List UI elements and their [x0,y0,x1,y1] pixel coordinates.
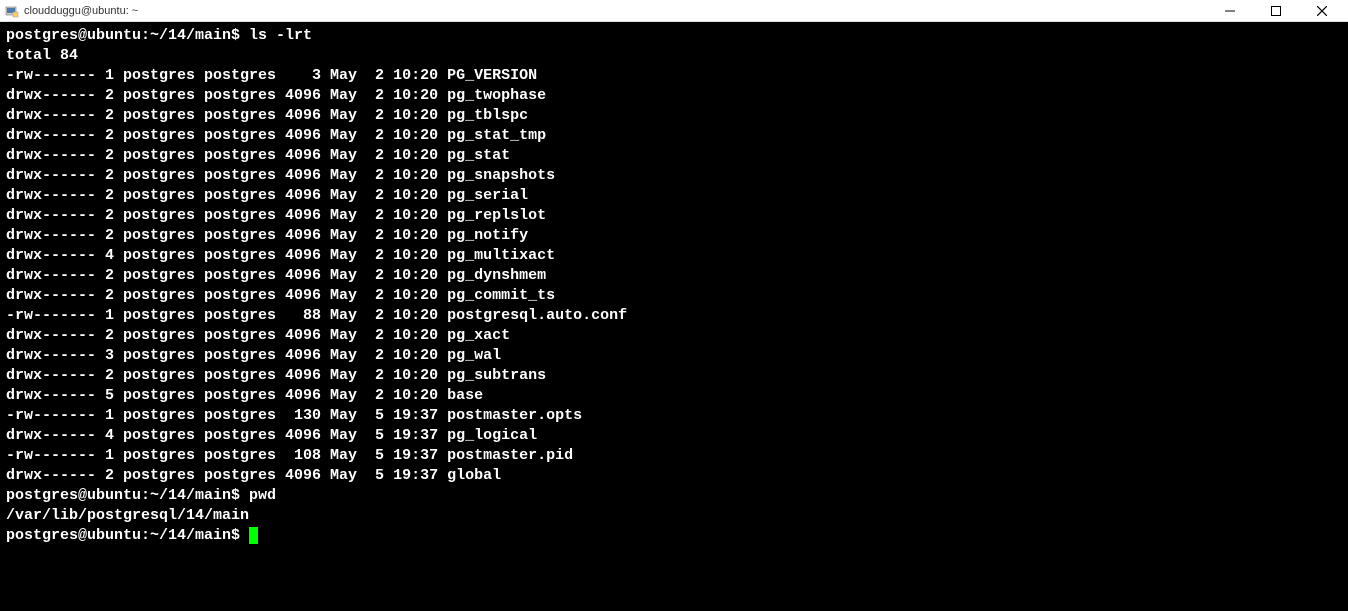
command-line-2: postgres@ubuntu:~/14/main$ pwd [6,486,1342,506]
listing-row: drwx------ 2 postgres postgres 4096 May … [6,166,1342,186]
putty-icon [4,3,20,19]
listing-row: -rw------- 1 postgres postgres 130 May 5… [6,406,1342,426]
listing-row: -rw------- 1 postgres postgres 108 May 5… [6,446,1342,466]
command-line-3: postgres@ubuntu:~/14/main$ [6,526,1342,546]
command-text: pwd [249,487,276,504]
command-line-1: postgres@ubuntu:~/14/main$ ls -lrt [6,26,1342,46]
total-line: total 84 [6,46,1342,66]
command-text: ls -lrt [249,27,312,44]
prompt: postgres@ubuntu:~/14/main$ [6,487,249,504]
listing-row: drwx------ 2 postgres postgres 4096 May … [6,126,1342,146]
window-controls [1216,1,1344,21]
listing-row: -rw------- 1 postgres postgres 88 May 2 … [6,306,1342,326]
listing-row: drwx------ 5 postgres postgres 4096 May … [6,386,1342,406]
prompt: postgres@ubuntu:~/14/main$ [6,27,249,44]
window-title: cloudduggu@ubuntu: ~ [24,5,1216,17]
prompt: postgres@ubuntu:~/14/main$ [6,527,249,544]
listing-row: drwx------ 2 postgres postgres 4096 May … [6,266,1342,286]
listing-row: drwx------ 2 postgres postgres 4096 May … [6,286,1342,306]
listing-row: drwx------ 2 postgres postgres 4096 May … [6,366,1342,386]
listing-row: drwx------ 2 postgres postgres 4096 May … [6,146,1342,166]
listing-row: drwx------ 2 postgres postgres 4096 May … [6,206,1342,226]
listing-row: drwx------ 4 postgres postgres 4096 May … [6,246,1342,266]
listing-row: drwx------ 4 postgres postgres 4096 May … [6,426,1342,446]
terminal[interactable]: postgres@ubuntu:~/14/main$ ls -lrt total… [0,22,1348,611]
listing-row: drwx------ 3 postgres postgres 4096 May … [6,346,1342,366]
maximize-button[interactable] [1262,1,1290,21]
minimize-button[interactable] [1216,1,1244,21]
close-button[interactable] [1308,1,1336,21]
listing-row: drwx------ 2 postgres postgres 4096 May … [6,326,1342,346]
listing-row: drwx------ 2 postgres postgres 4096 May … [6,86,1342,106]
listing-row: drwx------ 2 postgres postgres 4096 May … [6,106,1342,126]
titlebar: cloudduggu@ubuntu: ~ [0,0,1348,22]
listing-row: drwx------ 2 postgres postgres 4096 May … [6,466,1342,486]
listing-row: drwx------ 2 postgres postgres 4096 May … [6,226,1342,246]
listing-row: drwx------ 2 postgres postgres 4096 May … [6,186,1342,206]
listing-row: -rw------- 1 postgres postgres 3 May 2 1… [6,66,1342,86]
pwd-output: /var/lib/postgresql/14/main [6,506,1342,526]
cursor [249,527,258,544]
